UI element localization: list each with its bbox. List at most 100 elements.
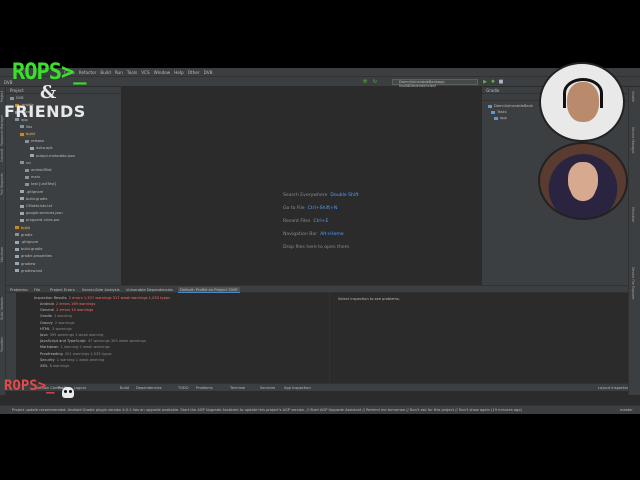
- hammer-icon[interactable]: ⚒: [362, 79, 368, 85]
- bottom-tool-button[interactable]: App Inspection: [284, 386, 311, 390]
- inspection-category-count: 3 warnings: [52, 326, 72, 331]
- black-band-bottom: [0, 414, 640, 480]
- gradle-tree-item[interactable]: DamnVulnerableBank: [488, 104, 533, 109]
- project-tree-item[interactable]: test [unitTest]: [25, 182, 56, 187]
- gradle-tree-item[interactable]: Tasks: [491, 110, 507, 115]
- inspection-category[interactable]: Android 2 errors 169 warnings: [40, 302, 95, 306]
- project-tree-item[interactable]: src: [20, 161, 31, 166]
- inspection-category-label: Security: [40, 357, 55, 362]
- bottom-tool-button[interactable]: Services: [260, 386, 275, 390]
- inspection-category[interactable]: HTML 3 warnings: [40, 327, 72, 331]
- project-tree-item[interactable]: proguard-rules.pro: [20, 218, 60, 223]
- menu-item[interactable]: Tools: [127, 70, 137, 75]
- file-icon: [15, 240, 19, 244]
- run-icon[interactable]: ▶: [482, 79, 488, 85]
- right-tool-stripe: Gradle Device Manager Emulator Device File …: [628, 87, 640, 395]
- menu-item[interactable]: DVB: [204, 70, 213, 75]
- inspection-category-count: 47 warnings 305 weak warnings: [87, 339, 146, 344]
- project-tree-label: build: [21, 225, 30, 230]
- inspection-category-label: Markdown: [40, 345, 59, 350]
- gradle-tree-label: app: [500, 116, 507, 120]
- project-tree-item[interactable]: gradlew: [15, 262, 35, 267]
- right-tool-tab[interactable]: Device Manager: [631, 127, 635, 154]
- inspection-category[interactable]: Groovy 2 warnings: [40, 321, 75, 325]
- file-icon: [20, 197, 24, 201]
- project-tree-item[interactable]: dvba.apk: [30, 146, 53, 151]
- gradle-elephant-icon: [494, 116, 498, 120]
- menu-item[interactable]: VCS: [141, 70, 149, 75]
- git-branch[interactable]: master: [620, 408, 633, 412]
- inspection-category[interactable]: Security 1 warning 1 weak warning: [40, 358, 104, 362]
- menu-item[interactable]: Other: [188, 70, 200, 75]
- project-tree-item[interactable]: build.gradle: [15, 247, 42, 252]
- inspection-category-label: HTML: [40, 326, 51, 331]
- project-tree-label: dvba.apk: [36, 146, 53, 151]
- inspection-category-label: JavaScript and TypeScript: [40, 339, 86, 344]
- inspection-category-label: General: [40, 308, 55, 313]
- bottom-tool-button[interactable]: Dependencies: [136, 386, 162, 390]
- editor-hint: Navigation Bar Alt+Home: [283, 232, 344, 237]
- inspection-root[interactable]: Inspection Results 2 errors 1,337 warning…: [34, 296, 170, 300]
- project-tree-item[interactable]: .gitignore: [20, 190, 43, 195]
- menu-item[interactable]: Window: [154, 70, 171, 75]
- project-tree-label: CMakeLists.txt: [26, 204, 53, 208]
- project-tree-item[interactable]: gradle.properties: [15, 254, 52, 259]
- project-tree-item[interactable]: .gitignore: [15, 240, 38, 245]
- menu-item[interactable]: Build: [100, 70, 111, 75]
- bottom-tool-button[interactable]: Terminal: [230, 386, 245, 390]
- file-icon: [15, 269, 19, 273]
- project-tree-item[interactable]: gradlew.bat: [15, 269, 42, 274]
- logo-ampersand: &: [40, 82, 57, 103]
- sync-icon[interactable]: ↻: [372, 79, 378, 85]
- project-tree-label: androidTest: [31, 168, 52, 172]
- inspection-category-label: Java: [40, 333, 48, 337]
- inspection-category[interactable]: Java 395 warnings 1 weak warning: [40, 333, 103, 337]
- project-tree-item[interactable]: build.gradle: [20, 197, 47, 202]
- problems-panel: Inspection Results 2 errors 1,337 warning…: [6, 293, 628, 383]
- project-tree-item[interactable]: main: [25, 175, 40, 180]
- project-tree-item[interactable]: androidTest: [25, 168, 52, 173]
- bottom-tool-button[interactable]: Problems: [196, 386, 213, 390]
- menu-item[interactable]: Run: [115, 70, 123, 75]
- project-tree-label: output-metadata.json: [36, 153, 76, 158]
- right-tool-tab[interactable]: Emulator: [631, 207, 635, 222]
- inspection-category-count: 395 warnings 1 weak warning: [49, 333, 104, 337]
- inspection-category[interactable]: Markdown 1 warning 2 weak warnings: [40, 345, 110, 349]
- project-tree-item[interactable]: gradle: [15, 233, 32, 238]
- project-tree-label: build.gradle: [26, 196, 48, 201]
- menu-item[interactable]: Help: [174, 70, 184, 75]
- inspection-category[interactable]: General 2 errors 10 warnings: [40, 308, 93, 312]
- editor-hint-text: Recent Files: [283, 219, 311, 224]
- project-tree-item[interactable]: release: [25, 139, 44, 144]
- status-message[interactable]: Project update recommended: Android Grad…: [12, 408, 522, 412]
- run-configuration-select[interactable]: DamnVulnerableBankapp [buildDependencies…: [392, 79, 478, 88]
- project-tree-item[interactable]: google-services.json: [20, 211, 63, 216]
- project-tree-item[interactable]: build: [15, 225, 30, 231]
- inspection-category[interactable]: Gradle 1 warning: [40, 314, 72, 318]
- project-tree-label: gradlew: [21, 261, 36, 266]
- right-tool-tab[interactable]: Device File Explorer: [631, 267, 635, 300]
- editor-hint: Search Everywhere Double Shift: [283, 193, 359, 198]
- stop-icon[interactable]: ■: [498, 79, 504, 85]
- project-tree-label: main: [31, 175, 40, 180]
- inspection-category[interactable]: Proofreading 201 warnings 1,033 typos: [40, 352, 112, 356]
- right-tool-tab[interactable]: Gradle: [631, 91, 635, 102]
- project-tree-item[interactable]: build: [20, 132, 35, 137]
- project-tree-label: test [unitTest]: [31, 182, 56, 187]
- gradle-tree-item[interactable]: app: [494, 116, 507, 121]
- inspection-tree: Inspection Results 2 errors 1,337 warning…: [6, 293, 330, 383]
- inspection-category[interactable]: XML 8 warnings: [40, 364, 69, 368]
- bottom-tool-button[interactable]: TODO: [178, 386, 189, 390]
- project-tree-label: proguard-rules.pro: [26, 218, 60, 223]
- bottom-tool-button[interactable]: Layout Inspector: [598, 386, 628, 390]
- inspection-category-label: Groovy: [40, 320, 53, 325]
- bottom-tool-button[interactable]: Build: [120, 386, 129, 390]
- project-tree-label: .gitignore: [21, 240, 39, 244]
- inspection-category[interactable]: JavaScript and TypeScript 47 warnings 305…: [40, 339, 146, 343]
- project-tree-item[interactable]: CMakeLists.txt: [20, 204, 52, 209]
- bottom-tool-button[interactable]: Logcat: [74, 386, 86, 390]
- project-tree-item[interactable]: output-metadata.json: [30, 154, 75, 159]
- logo-friends-text: FRIENDS: [4, 102, 86, 121]
- editor-empty-area[interactable]: Search Everywhere Double Shift Go to File C…: [123, 87, 481, 285]
- debug-icon[interactable]: ✹: [490, 79, 496, 85]
